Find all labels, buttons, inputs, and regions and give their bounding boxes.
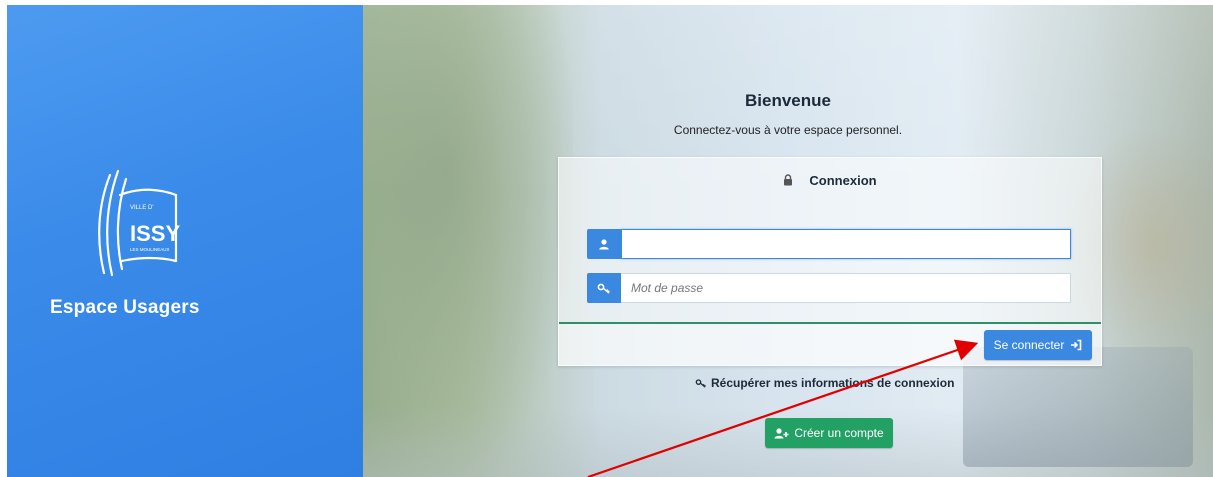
username-field [587, 229, 1071, 259]
page-title: Bienvenue [745, 91, 831, 110]
login-button-label: Se connecter [993, 338, 1065, 352]
user-plus-icon [774, 428, 789, 439]
login-panel-title: Connexion [809, 172, 877, 188]
create-account-button[interactable]: Créer un compte [765, 418, 893, 448]
logo-ville: VILLE D' [130, 205, 154, 211]
create-account-label: Créer un compte [794, 426, 884, 440]
login-panel: Connexion Se connecter [558, 157, 1102, 366]
password-input[interactable] [621, 273, 1071, 303]
page-frame: VILLE D' ISSY LES MOULINEAUX Espace Usag… [7, 5, 1213, 477]
sidebar: VILLE D' ISSY LES MOULINEAUX Espace Usag… [7, 5, 363, 477]
issy-logo: VILLE D' ISSY LES MOULINEAUX [98, 169, 180, 277]
logo-subtitle: LES MOULINEAUX [130, 247, 170, 252]
page-subtitle: Connectez-vous à votre espace personnel. [673, 123, 903, 137]
key-icon [695, 379, 706, 388]
lock-icon [784, 174, 793, 186]
login-button[interactable]: Se connecter [984, 330, 1092, 360]
brand-title: Espace Usagers [50, 297, 200, 318]
username-addon [587, 229, 621, 259]
username-input[interactable] [621, 229, 1071, 259]
user-icon [599, 239, 609, 250]
password-field [587, 273, 1071, 303]
sign-in-icon [1071, 339, 1082, 351]
password-addon [587, 273, 621, 303]
logo-issy: ISSY [130, 221, 180, 246]
recover-credentials-label: Récupérer mes informations de connexion [711, 376, 955, 390]
key-icon [597, 283, 610, 294]
recover-credentials-link[interactable]: Récupérer mes informations de connexion [695, 376, 954, 390]
login-panel-header: Connexion [559, 158, 1101, 202]
